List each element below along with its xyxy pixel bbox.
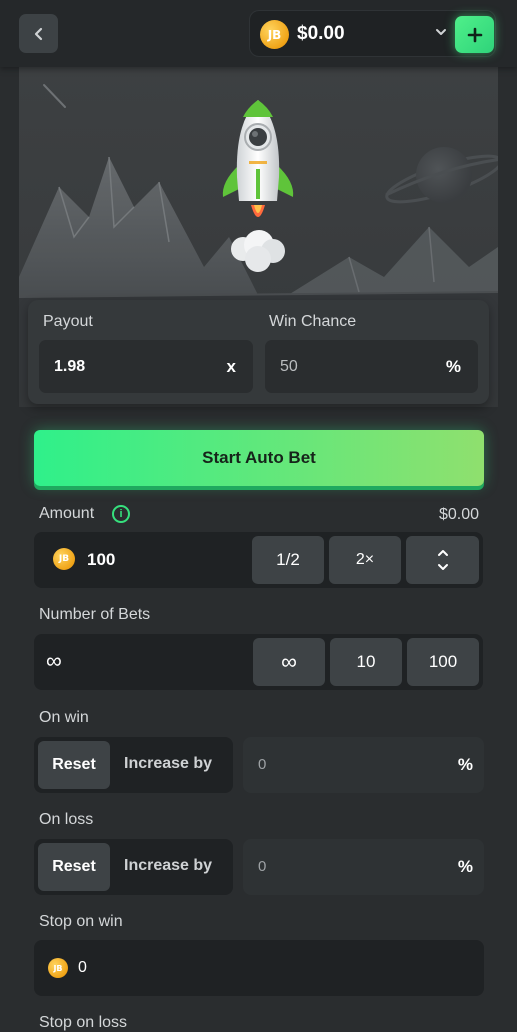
on-win-mode-toggle: Reset Increase by: [34, 737, 233, 793]
chevron-up-down-icon: [437, 550, 448, 570]
on-loss-value: 0: [258, 858, 267, 875]
wallet-balance: $0.00: [297, 23, 345, 44]
number-of-bets-label: Number of Bets: [39, 606, 151, 623]
info-icon[interactable]: i: [112, 505, 130, 523]
bets-infinite-button[interactable]: ∞: [253, 638, 325, 686]
on-win-label: On win: [39, 709, 89, 726]
win-chance-value: 50: [280, 358, 298, 375]
percent-suffix: %: [457, 755, 473, 774]
coin-icon: JB: [53, 548, 75, 570]
half-amount-button[interactable]: 1/2: [252, 536, 324, 584]
amount-stepper-button[interactable]: [406, 536, 479, 584]
payout-card: Payout Win Chance 1.98 x 50 %: [28, 300, 489, 404]
add-funds-button[interactable]: [455, 16, 494, 53]
stop-on-win-input[interactable]: JB 0: [34, 940, 484, 996]
stop-on-loss-label: Stop on loss: [39, 1014, 128, 1031]
payout-input[interactable]: 1.98 x: [39, 340, 253, 393]
bets-100-button[interactable]: 100: [407, 638, 479, 686]
coin-icon: JB: [260, 20, 289, 49]
on-loss-increase-button[interactable]: Increase by: [124, 857, 212, 875]
stop-on-win-value: 0: [78, 959, 87, 976]
on-win-increase-button[interactable]: Increase by: [124, 755, 212, 773]
on-win-percent-input[interactable]: 0 %: [243, 737, 484, 793]
win-chance-label: Win Chance: [269, 313, 357, 330]
coin-icon: JB: [48, 958, 68, 978]
number-of-bets-group: ∞ ∞ 10 100: [34, 634, 483, 690]
number-of-bets-input[interactable]: ∞: [46, 648, 62, 674]
on-loss-percent-input[interactable]: 0 %: [243, 839, 484, 895]
chevron-down-icon[interactable]: [434, 25, 448, 39]
amount-input[interactable]: 100: [87, 550, 115, 570]
wallet-selector[interactable]: JB $0.00: [249, 10, 496, 57]
amount-balance: $0.00: [438, 506, 479, 523]
double-amount-button[interactable]: 2×: [329, 536, 401, 584]
bets-10-button[interactable]: 10: [330, 638, 402, 686]
start-auto-bet-button[interactable]: Start Auto Bet: [34, 430, 484, 486]
on-loss-label: On loss: [39, 811, 94, 828]
win-chance-input[interactable]: 50 %: [265, 340, 478, 393]
top-bar: JB $0.00: [0, 0, 517, 67]
chevron-left-icon: [34, 27, 42, 40]
amount-label: Amount: [39, 505, 95, 522]
back-button[interactable]: [19, 14, 58, 53]
amount-input-group: JB 100 1/2 2×: [34, 532, 483, 588]
payout-label: Payout: [43, 313, 93, 330]
stop-on-win-label: Stop on win: [39, 913, 123, 930]
payout-value: 1.98: [54, 358, 86, 375]
plus-icon: [467, 27, 482, 42]
percent-suffix: %: [445, 357, 461, 376]
on-loss-reset-button[interactable]: Reset: [38, 843, 110, 891]
multiplier-suffix: x: [226, 357, 236, 376]
on-win-value: 0: [258, 756, 267, 773]
percent-suffix: %: [457, 857, 473, 876]
on-loss-mode-toggle: Reset Increase by: [34, 839, 233, 895]
on-win-reset-button[interactable]: Reset: [38, 741, 110, 789]
